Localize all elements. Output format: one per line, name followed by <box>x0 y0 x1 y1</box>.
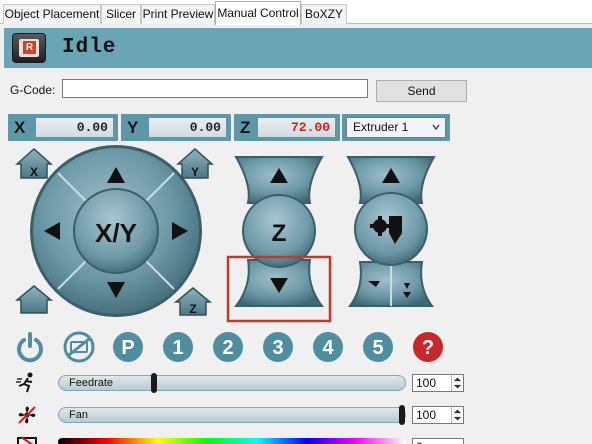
fan-label: Fan <box>69 409 88 421</box>
fan-off-icon[interactable] <box>63 331 95 363</box>
temperature-value: 0 <box>416 440 423 444</box>
fan-icon <box>18 406 36 424</box>
feedrate-spinbox[interactable]: 100 <box>412 374 464 392</box>
manual-control-window: { "tabs": [ {"label": "Object Placement"… <box>0 0 592 444</box>
fan-slider-thumb[interactable] <box>399 405 405 425</box>
extruder-control <box>346 156 436 307</box>
svg-text:3: 3 <box>272 337 283 359</box>
feedrate-value: 100 <box>416 376 437 390</box>
preset-3-icon[interactable]: 3 <box>262 331 294 363</box>
svg-text:Y: Y <box>191 165 199 179</box>
preset-2-icon[interactable]: 2 <box>212 331 244 363</box>
preset-5-icon[interactable]: 5 <box>362 331 394 363</box>
temperature-slider[interactable] <box>58 438 406 444</box>
z-jog-control: Z <box>226 156 332 323</box>
svg-text:X: X <box>30 165 38 179</box>
home-y-icon[interactable]: Y <box>176 147 214 179</box>
svg-text:5: 5 <box>372 337 383 359</box>
spin-arrows-icon[interactable] <box>451 407 463 423</box>
svg-text:1: 1 <box>172 337 183 359</box>
svg-text:?: ? <box>422 337 434 359</box>
preset-1-icon[interactable]: 1 <box>162 331 194 363</box>
svg-text:Z: Z <box>189 302 196 316</box>
feedrate-slider-thumb[interactable] <box>151 373 157 393</box>
heated-bed-icon <box>17 436 37 444</box>
feedrate-slider[interactable]: Feedrate <box>58 373 406 393</box>
park-icon[interactable]: P <box>112 331 144 363</box>
fan-spinbox[interactable]: 100 <box>412 406 464 424</box>
running-man-icon <box>16 372 33 393</box>
feedrate-label: Feedrate <box>69 377 114 389</box>
fan-value: 100 <box>416 408 437 422</box>
svg-text:2: 2 <box>222 337 233 359</box>
home-all-icon[interactable] <box>14 285 54 314</box>
help-icon[interactable]: ? <box>412 331 444 363</box>
spin-arrows-icon[interactable] <box>451 375 463 391</box>
temperature-spinbox[interactable]: 0 <box>412 438 464 444</box>
xy-button-label: X/Y <box>95 218 137 248</box>
xy-jog-pad: X/Y <box>30 145 202 317</box>
z-button-label: Z <box>272 220 287 247</box>
power-icon[interactable] <box>14 331 46 363</box>
fan-slider[interactable]: Fan <box>58 405 406 425</box>
preset-4-icon[interactable]: 4 <box>312 331 344 363</box>
svg-text:4: 4 <box>322 337 334 359</box>
home-x-icon[interactable]: X <box>15 147 53 179</box>
svg-text:P: P <box>121 337 134 359</box>
home-z-icon[interactable]: Z <box>173 287 213 316</box>
